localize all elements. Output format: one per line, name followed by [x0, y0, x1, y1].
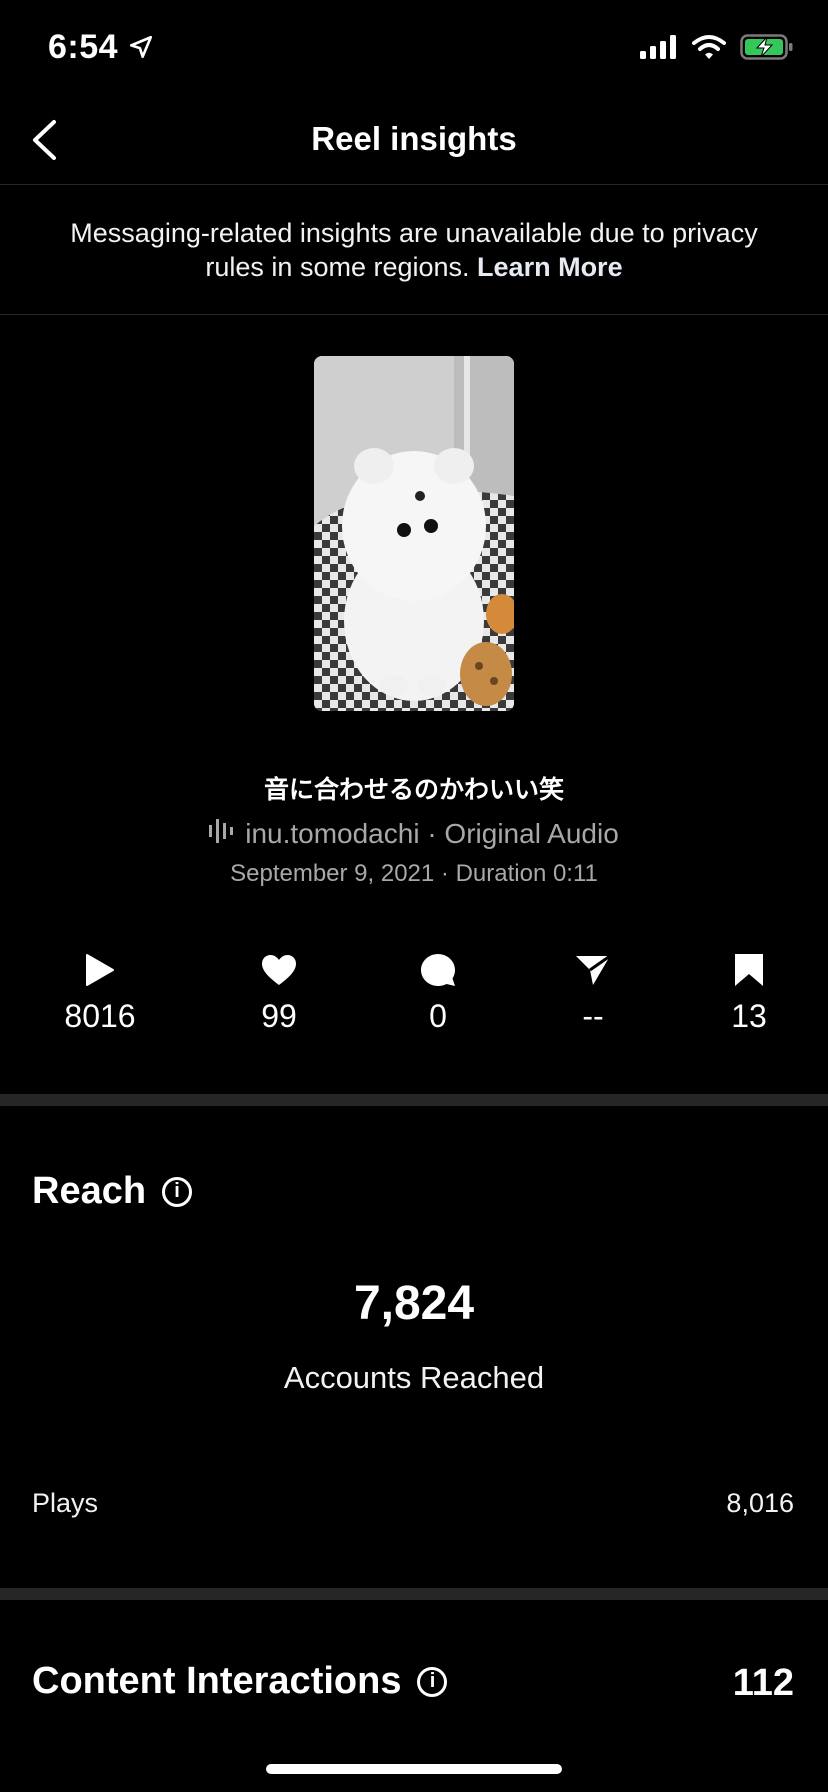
- privacy-notice: Messaging-related insights are unavailab…: [40, 216, 788, 284]
- signal-icon: [640, 35, 678, 64]
- content-interactions-header: Content Interactions i: [32, 1660, 448, 1703]
- content-interactions-value: 112: [732, 1662, 794, 1704]
- privacy-notice-text: Messaging-related insights are unavailab…: [70, 218, 758, 282]
- stat-shares: --: [523, 952, 663, 1035]
- status-indicators: [640, 34, 794, 65]
- stat-plays: 8016: [30, 952, 170, 1035]
- accounts-reached-label: Accounts Reached: [283, 1360, 545, 1395]
- location-arrow-icon: [128, 34, 154, 65]
- likes-count: 99: [261, 998, 297, 1034]
- audio-waveform-icon: [209, 818, 235, 850]
- reach-heading: Reach: [32, 1170, 147, 1212]
- reel-thumbnail[interactable]: [314, 356, 514, 711]
- plays-count: 8016: [64, 998, 136, 1034]
- page-title: Reel insights: [311, 120, 517, 157]
- audio-label: inu.tomodachi · Original Audio: [245, 818, 619, 849]
- reel-meta: September 9, 2021 · Duration 0:11: [230, 860, 598, 887]
- comment-icon: [368, 952, 508, 988]
- reel-caption: 音に合わせるのかわいい笑: [263, 775, 564, 804]
- stat-comments: 0: [368, 952, 508, 1035]
- accounts-reached-value: 7,824: [353, 1277, 475, 1330]
- stat-saves: 13: [679, 952, 819, 1035]
- learn-more-link[interactable]: Learn More: [477, 252, 623, 282]
- saves-count: 13: [731, 998, 767, 1034]
- play-icon: [30, 952, 170, 988]
- nav-divider: [0, 184, 828, 185]
- audio-row[interactable]: inu.tomodachi · Original Audio: [0, 818, 828, 850]
- battery-charging-icon: [740, 34, 794, 65]
- reach-header: Reach i: [32, 1170, 193, 1213]
- content-interactions-heading: Content Interactions: [32, 1660, 402, 1702]
- notice-divider: [0, 314, 828, 315]
- home-indicator: [266, 1764, 562, 1774]
- section-divider: [0, 1094, 828, 1106]
- plays-row-label: Plays: [32, 1488, 99, 1518]
- wifi-icon: [692, 34, 726, 65]
- heart-icon: [209, 952, 349, 988]
- info-icon[interactable]: i: [162, 1176, 193, 1207]
- stat-likes: 99: [209, 952, 349, 1035]
- status-time: 6:54: [48, 28, 119, 66]
- comments-count: 0: [429, 998, 447, 1034]
- plays-row-value: 8,016: [726, 1488, 794, 1518]
- bookmark-icon: [679, 952, 819, 988]
- section-divider: [0, 1588, 828, 1600]
- shares-count: --: [582, 998, 604, 1034]
- send-icon: [523, 952, 663, 988]
- info-icon[interactable]: i: [417, 1666, 448, 1697]
